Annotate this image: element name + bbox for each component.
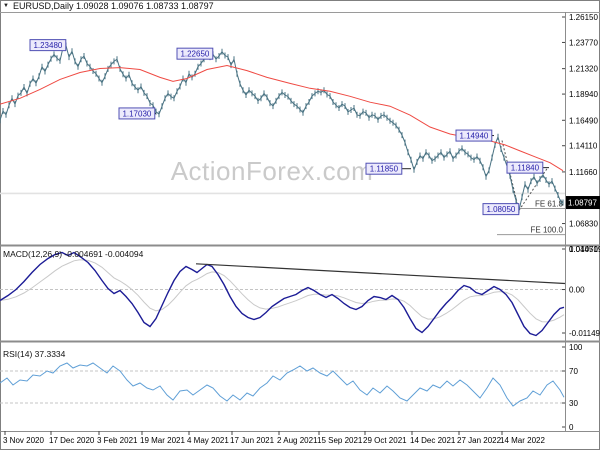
macd-axis-label: 0.00 [569, 286, 585, 295]
collapse-chart-icon[interactable]: ▼ [3, 3, 9, 9]
price-axis-label: 1.21320 [569, 65, 598, 74]
price-axis-label: 1.06830 [569, 220, 598, 229]
date-axis-label: 2 Aug 2021 [277, 436, 318, 445]
forex-chart-window: ▼ EURUSD,Daily 1.09028 1.09076 1.08733 1… [0, 0, 600, 450]
price-axis-label: 1.26150 [569, 13, 598, 22]
price-axis-label: 1.23770 [569, 38, 598, 47]
date-axis-label: 3 Feb 2021 [97, 436, 138, 445]
moving-average [0, 64, 564, 172]
price-callout-label: 1.17030 [122, 109, 151, 118]
price-axis-label: 1.14110 [569, 142, 598, 151]
price-callout-label: 1.08050 [486, 205, 515, 214]
macd-indicator-label: MACD(12,26,9) -0.004691 -0.004094 [3, 249, 144, 259]
price-callout-label: 1.11840 [511, 164, 540, 173]
chart-canvas[interactable]: ActionForex.com 1.26150 1.23770 1.21320 1.1… [0, 0, 600, 450]
date-axis-label: 17 Dec 2020 [49, 436, 95, 445]
price-callout-label: 1.23480 [33, 41, 62, 50]
rsi-axis-label: 100 [569, 343, 583, 352]
price-axis-label: 1.16490 [569, 116, 598, 125]
rsi-indicator-label: RSI(14) 37.3334 [3, 349, 66, 359]
price-axis-label: 1.18940 [569, 90, 598, 99]
date-axis-label: 17 Jun 2021 [230, 436, 275, 445]
symbol-ohlc-title: EURUSD,Daily 1.09028 1.09076 1.08733 1.0… [12, 1, 214, 11]
date-axis-label: 14 Dec 2021 [410, 436, 456, 445]
price-callout-label: 1.11850 [370, 165, 399, 174]
price-callout-label: 1.22650 [180, 50, 209, 59]
last-price-tag-label: 1.08797 [568, 199, 597, 208]
date-axis-label: 15 Sep 2021 [317, 436, 363, 445]
macd-line [0, 251, 565, 337]
rsi-axis-label: 0 [569, 423, 574, 432]
date-axis-label: 19 Mar 2021 [140, 436, 185, 445]
chart-header: ▼ EURUSD,Daily 1.09028 1.09076 1.08733 1… [0, 0, 565, 12]
date-axis-label: 3 Nov 2020 [3, 436, 44, 445]
macd-axis-label: 0.010719 [569, 245, 600, 254]
rsi-line [0, 362, 565, 407]
macd-axis-label: -0.011499 [569, 329, 600, 338]
macd-signal [0, 259, 565, 323]
macd-trendline [195, 263, 566, 285]
fib-extension-label: FE 100.0 [531, 226, 564, 235]
date-axis-label: 29 Oct 2021 [363, 436, 407, 445]
watermark-text: ActionForex.com [171, 156, 374, 186]
generated-chart-layers: 1.26150 1.23770 1.21320 1.18940 1.16490 1.141… [0, 0, 600, 450]
rsi-axis-label: 30 [569, 399, 578, 408]
price-callout-label: 1.14940 [459, 132, 488, 141]
date-axis-label: 14 Mar 2022 [500, 436, 545, 445]
date-axis-label: 4 May 2021 [187, 436, 229, 445]
rsi-axis-label: 70 [569, 367, 578, 376]
price-bar-ticks [0, 42, 564, 214]
date-axis-label: 27 Jan 2022 [457, 436, 502, 445]
price-axis-label: 1.11660 [569, 168, 598, 177]
fib-extension-label: FE 61.8 [535, 200, 564, 209]
